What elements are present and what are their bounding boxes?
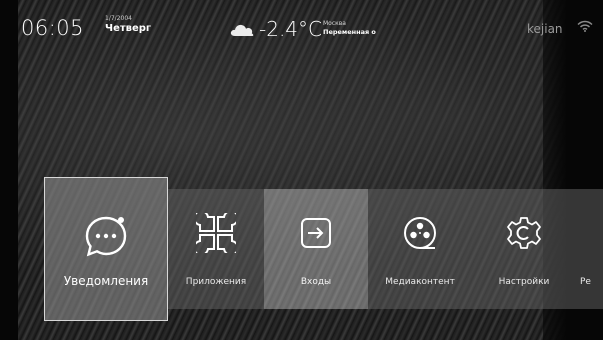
apps-grid-icon <box>196 213 236 253</box>
menu-item-label: Медиаконтент <box>385 277 455 287</box>
home-menu: Уведомления Приложения Входы Медиаконтен… <box>44 177 603 321</box>
brand-label: kejian <box>527 22 563 36</box>
menu-item-apps[interactable]: Приложения <box>168 189 264 309</box>
date-block: 1/7/2004 Четверг <box>105 16 151 34</box>
weather-condition: Переменная о <box>323 28 376 36</box>
menu-item-media[interactable]: Медиаконтент <box>368 189 472 309</box>
wifi-icon <box>577 20 593 32</box>
settings-gear-icon <box>507 217 541 249</box>
chat-bubble-icon <box>85 216 127 257</box>
menu-item-label: Уведомления <box>63 274 149 288</box>
letterbox-left <box>0 0 18 340</box>
menu-item-label: Ре <box>580 277 591 287</box>
date-text: 1/7/2004 <box>105 15 132 22</box>
film-reel-icon <box>404 217 436 249</box>
weekday-text: Четверг <box>105 23 152 34</box>
menu-item-settings[interactable]: Настройки <box>472 189 576 309</box>
menu-item-label: Приложения <box>185 277 247 287</box>
input-source-icon <box>301 218 331 248</box>
clock: 06:05 <box>21 16 85 40</box>
menu-item-label: Входы <box>300 277 332 287</box>
location-block: Москва Переменная о <box>323 21 376 36</box>
menu-item-inputs[interactable]: Входы <box>264 189 368 309</box>
city-text: Москва <box>323 20 346 27</box>
status-bar: 06:05 1/7/2004 Четверг -2.4°C Москва Пер… <box>0 0 603 48</box>
tv-home-screen: 06:05 1/7/2004 Четверг -2.4°C Москва Пер… <box>0 0 603 340</box>
cloud-icon <box>230 24 254 36</box>
menu-item-partial[interactable]: Ре <box>576 189 603 309</box>
menu-item-label: Настройки <box>498 277 550 287</box>
menu-item-notifications[interactable]: Уведомления <box>44 177 168 321</box>
temperature: -2.4°C <box>259 17 322 41</box>
